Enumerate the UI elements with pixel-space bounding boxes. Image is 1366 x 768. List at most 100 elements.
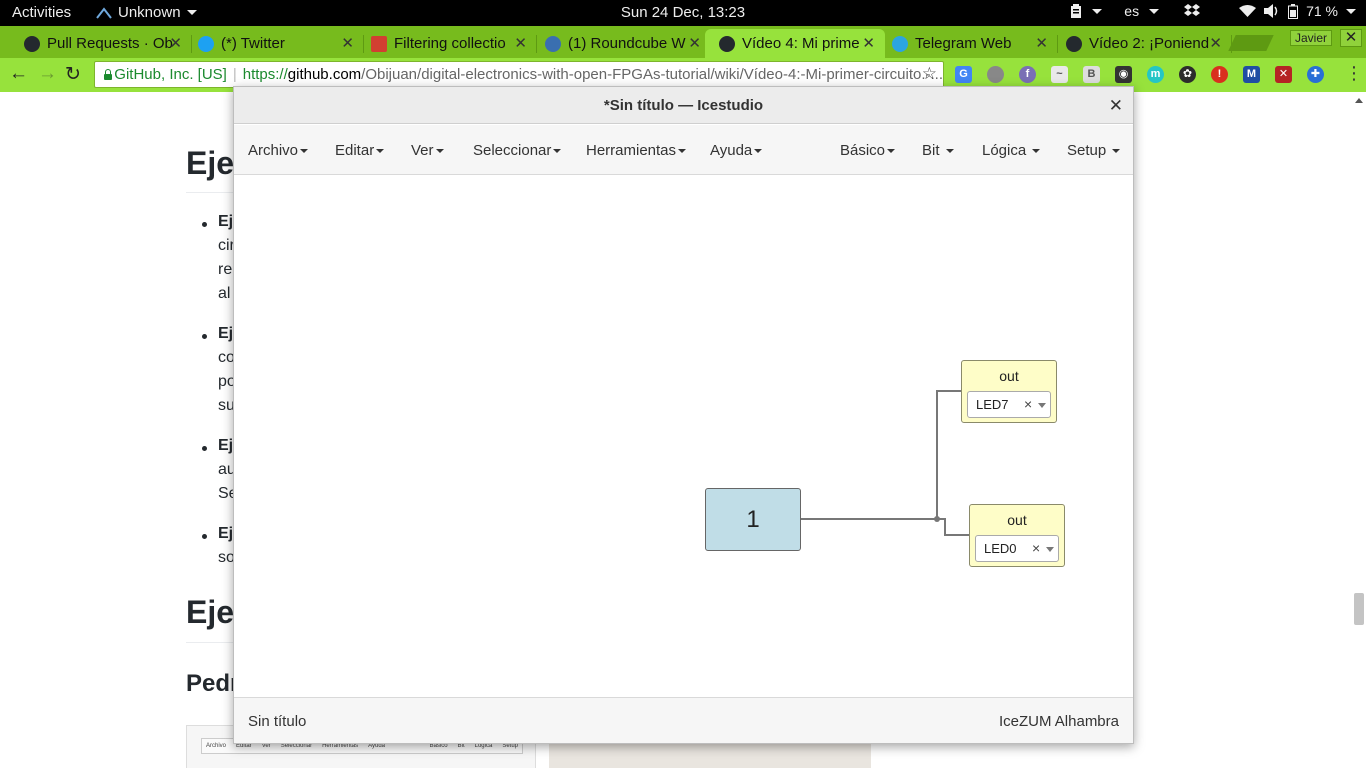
battery-icon xyxy=(1288,3,1299,19)
bullet xyxy=(202,534,207,539)
status-bar: Sin título IceZUM Alhambra xyxy=(234,697,1133,743)
pin-select[interactable]: LED0 × xyxy=(975,535,1059,562)
photo-thumbnail[interactable] xyxy=(549,742,871,768)
dropdown-arrow-icon[interactable] xyxy=(1046,547,1054,552)
wiki-heading: Eje xyxy=(186,594,235,630)
pin-select[interactable]: LED7 × xyxy=(967,391,1051,418)
menu-herramientas[interactable]: Herramientas xyxy=(586,142,687,159)
extension-m-icon[interactable]: m xyxy=(1147,66,1164,83)
lock-icon xyxy=(103,69,113,80)
extension-circle-icon[interactable] xyxy=(987,66,1004,83)
menu-ver[interactable]: Ver xyxy=(411,142,444,159)
extension-adblock-icon[interactable]: ! xyxy=(1211,66,1228,83)
site-identity[interactable]: GitHub, Inc. [US] xyxy=(114,66,227,83)
app-menu[interactable]: Unknown xyxy=(96,4,197,21)
tab-video-4[interactable]: Vídeo 4: Mi prime ✕ xyxy=(705,29,885,58)
close-icon[interactable]: ✕ xyxy=(341,34,354,52)
bookmark-star-icon[interactable]: ☆ xyxy=(922,64,937,84)
chevron-down-icon xyxy=(1092,8,1103,14)
constant-block[interactable]: 1 xyxy=(705,488,801,551)
volume-icon xyxy=(1264,4,1278,18)
menu-basico[interactable]: Básico xyxy=(840,142,896,159)
extension-translate-icon[interactable]: G xyxy=(955,66,972,83)
output-block-led0[interactable]: out LED0 × xyxy=(969,504,1065,567)
chevron-down-icon xyxy=(300,149,309,154)
list-item-text: Ej xyxy=(218,437,234,454)
chevron-down-icon xyxy=(945,149,954,154)
menu-logica[interactable]: Lógica xyxy=(982,142,1041,159)
menu-setup[interactable]: Setup xyxy=(1067,142,1121,159)
clear-icon[interactable]: × xyxy=(1024,396,1032,412)
pin-select-value: LED0 xyxy=(984,541,1017,556)
twitter-icon xyxy=(198,35,214,52)
clear-icon[interactable]: × xyxy=(1032,540,1040,556)
window-close-button[interactable]: ✕ xyxy=(1340,29,1362,47)
output-block-led7[interactable]: out LED7 × xyxy=(961,360,1057,423)
extension-b-icon[interactable]: B xyxy=(1083,66,1100,83)
wire xyxy=(937,518,970,536)
tab-twitter[interactable]: (*) Twitter ✕ xyxy=(184,29,364,58)
bullet xyxy=(202,222,207,227)
reload-button[interactable]: ↻ xyxy=(65,63,81,86)
wire-layer xyxy=(801,390,970,536)
tab-pull-requests[interactable]: Pull Requests · Ob ✕ xyxy=(10,29,192,58)
tab-video-2[interactable]: Vídeo 2: ¡Poniend ✕ xyxy=(1052,29,1232,58)
scroll-up-icon[interactable] xyxy=(1355,98,1363,103)
close-icon[interactable]: ✕ xyxy=(169,34,182,52)
window-titlebar[interactable]: *Sin título — Icestudio ✕ xyxy=(234,87,1133,124)
new-tab-button[interactable] xyxy=(1228,35,1274,51)
dropdown-arrow-icon[interactable] xyxy=(1038,403,1046,408)
back-button[interactable]: ← xyxy=(9,63,28,85)
menu-label: Lógica xyxy=(982,142,1027,159)
menu-label: Seleccionar xyxy=(473,142,552,159)
extension-gnome-icon[interactable]: ✿ xyxy=(1179,66,1196,83)
design-canvas[interactable]: 1 out LED7 × out LED0 × xyxy=(234,175,1133,697)
clock[interactable]: Sun 24 Dec, 13:23 xyxy=(621,4,745,21)
wire-junction xyxy=(934,516,940,522)
menu-seleccionar[interactable]: Seleccionar xyxy=(473,142,562,159)
menu-label: Herramientas xyxy=(586,142,677,159)
chevron-down-icon xyxy=(1032,149,1041,154)
menu-bit[interactable]: Bit xyxy=(922,142,954,159)
extension-f-icon[interactable]: f xyxy=(1019,66,1036,83)
dropbox-icon[interactable] xyxy=(1183,3,1201,19)
bullet xyxy=(202,446,207,451)
close-icon[interactable]: ✕ xyxy=(1035,34,1048,52)
extension-pin-icon[interactable]: ◉ xyxy=(1115,66,1132,83)
tab-gmail[interactable]: Filtering collectio ✕ xyxy=(357,29,537,58)
output-label: out xyxy=(999,368,1019,384)
menu-label: Básico xyxy=(840,142,886,159)
close-icon[interactable]: ✕ xyxy=(514,34,527,52)
profile-button[interactable]: Javier xyxy=(1290,30,1333,46)
menu-archivo[interactable]: Archivo xyxy=(248,142,309,159)
menu-label: Archivo xyxy=(248,142,299,159)
activities-button[interactable]: Activities xyxy=(12,4,71,21)
scrollbar-thumb[interactable] xyxy=(1354,593,1364,625)
menu-editar[interactable]: Editar xyxy=(335,142,385,159)
extension-chart-icon[interactable]: ~ xyxy=(1051,66,1068,83)
chrome-menu-icon[interactable]: ⋮ xyxy=(1345,64,1363,82)
chevron-down-icon xyxy=(887,149,896,154)
chevron-down-icon xyxy=(376,149,385,154)
menu-ayuda[interactable]: Ayuda xyxy=(710,142,763,159)
extension-tools-icon[interactable]: ✕ xyxy=(1275,66,1292,83)
url-host: github.com xyxy=(287,66,362,83)
battery-percentage: 71 % xyxy=(1306,3,1338,19)
address-bar[interactable]: GitHub, Inc. [US] | https://github.com/O… xyxy=(94,61,944,88)
clipboard-indicator[interactable] xyxy=(1070,3,1103,19)
chevron-down-icon xyxy=(1149,8,1160,14)
extension-settings-icon[interactable]: ✚ xyxy=(1307,66,1324,83)
extension-mendeley-icon[interactable]: M xyxy=(1243,66,1260,83)
tab-roundcube[interactable]: (1) Roundcube W ✕ xyxy=(531,29,711,58)
board-name[interactable]: IceZUM Alhambra xyxy=(999,713,1119,730)
keyboard-layout[interactable]: es xyxy=(1124,3,1160,19)
system-status[interactable]: 71 % xyxy=(1239,3,1356,19)
close-icon[interactable]: ✕ xyxy=(1209,34,1222,52)
tab-telegram[interactable]: Telegram Web ✕ xyxy=(878,29,1058,58)
close-icon[interactable]: ✕ xyxy=(1109,87,1123,124)
app-menu-label: Unknown xyxy=(118,4,181,21)
page-scrollbar[interactable] xyxy=(1351,92,1366,768)
forward-button[interactable]: → xyxy=(38,63,57,85)
close-icon[interactable]: ✕ xyxy=(688,34,701,52)
close-icon[interactable]: ✕ xyxy=(862,34,875,52)
